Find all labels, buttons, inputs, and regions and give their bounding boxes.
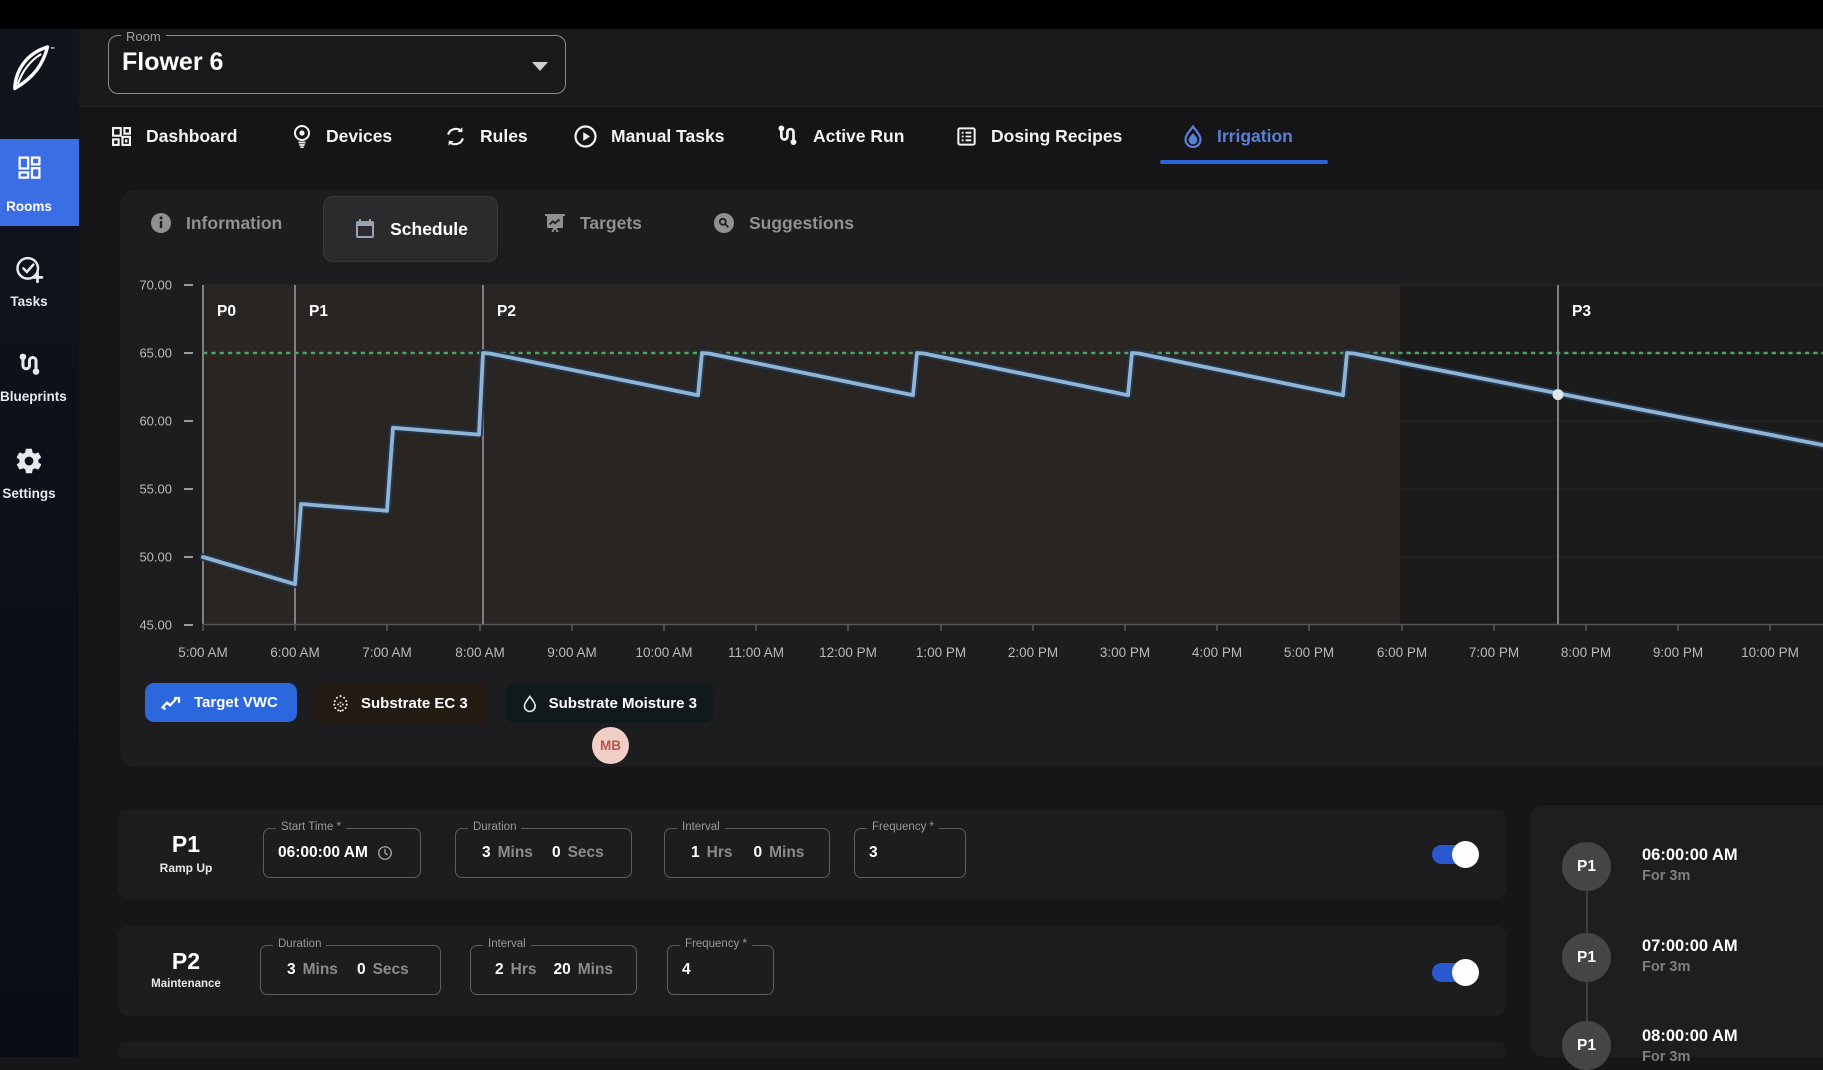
- svg-text:6:00 PM: 6:00 PM: [1377, 645, 1427, 660]
- svg-text:12:00 PM: 12:00 PM: [819, 645, 877, 660]
- svg-text:10:00 PM: 10:00 PM: [1741, 645, 1799, 660]
- svg-text:P1: P1: [309, 303, 328, 320]
- svg-text:60.00: 60.00: [139, 414, 172, 429]
- svg-text:1:00 PM: 1:00 PM: [916, 645, 966, 660]
- svg-text:8:00 AM: 8:00 AM: [455, 645, 505, 660]
- svg-text:50.00: 50.00: [139, 550, 172, 565]
- svg-text:8:00 PM: 8:00 PM: [1561, 645, 1611, 660]
- svg-text:3:00 PM: 3:00 PM: [1100, 645, 1150, 660]
- svg-text:4:00 PM: 4:00 PM: [1192, 645, 1242, 660]
- svg-text:45.00: 45.00: [139, 618, 172, 633]
- svg-text:P0: P0: [217, 303, 236, 320]
- svg-text:7:00 PM: 7:00 PM: [1469, 645, 1519, 660]
- svg-text:6:00 AM: 6:00 AM: [270, 645, 320, 660]
- svg-text:P2: P2: [497, 303, 516, 320]
- svg-text:5:00 PM: 5:00 PM: [1284, 645, 1334, 660]
- svg-text:55.00: 55.00: [139, 482, 172, 497]
- svg-text:7:00 AM: 7:00 AM: [362, 645, 412, 660]
- svg-text:10:00 AM: 10:00 AM: [635, 645, 692, 660]
- svg-text:65.00: 65.00: [139, 346, 172, 361]
- svg-text:9:00 AM: 9:00 AM: [547, 645, 597, 660]
- svg-text:2:00 PM: 2:00 PM: [1008, 645, 1058, 660]
- svg-text:9:00 PM: 9:00 PM: [1653, 645, 1703, 660]
- svg-text:P3: P3: [1572, 303, 1591, 320]
- svg-text:70.00: 70.00: [139, 278, 172, 293]
- svg-text:11:00 AM: 11:00 AM: [728, 645, 784, 660]
- svg-text:5:00 AM: 5:00 AM: [178, 645, 228, 660]
